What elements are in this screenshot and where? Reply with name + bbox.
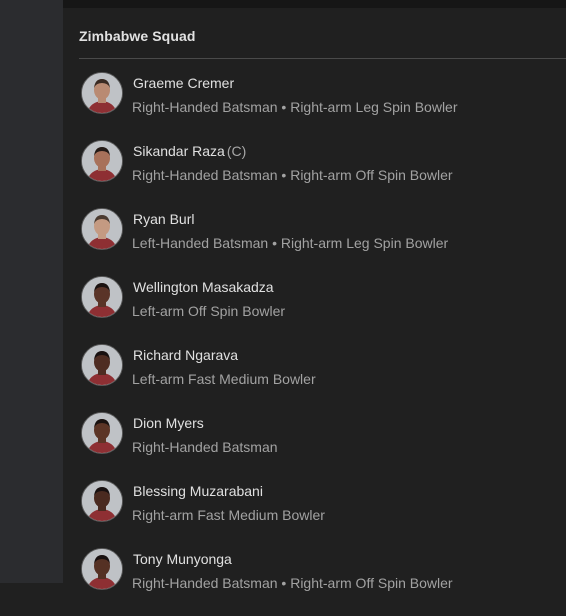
player-avatar[interactable] [81, 480, 123, 522]
player-row[interactable]: Graeme Cremer Right-Handed Batsman • Rig… [63, 72, 566, 140]
player-avatar[interactable] [81, 72, 123, 114]
player-role: Right-Handed Batsman • Right-arm Off Spi… [132, 575, 453, 591]
player-row[interactable]: Sikandar Raza (C) Right-Handed Batsman • … [63, 140, 566, 208]
squad-title: Zimbabwe Squad [79, 28, 196, 44]
player-role: Right-Handed Batsman [132, 439, 278, 455]
player-avatar[interactable] [81, 548, 123, 590]
player-row[interactable]: Tony Munyonga Right-Handed Batsman • Rig… [63, 548, 566, 616]
player-name[interactable]: Dion Myers [133, 415, 204, 431]
player-name-line[interactable]: Tony Munyonga [133, 551, 234, 567]
player-name[interactable]: Wellington Masakadza [133, 279, 274, 295]
player-name-line[interactable]: Blessing Muzarabani [133, 483, 265, 499]
top-bar [63, 0, 566, 8]
player-name-line[interactable]: Richard Ngarava [133, 347, 240, 363]
player-name-line[interactable]: Sikandar Raza (C) [133, 143, 246, 159]
player-name[interactable]: Tony Munyonga [133, 551, 232, 567]
player-row[interactable]: Wellington Masakadza Left-arm Off Spin B… [63, 276, 566, 344]
player-row[interactable]: Ryan Burl Left-Handed Batsman • Right-ar… [63, 208, 566, 276]
player-name-line[interactable]: Dion Myers [133, 415, 206, 431]
player-role: Right-arm Fast Medium Bowler [132, 507, 325, 523]
player-name[interactable]: Ryan Burl [133, 211, 194, 227]
player-name[interactable]: Graeme Cremer [133, 75, 234, 91]
divider [79, 58, 566, 59]
player-name[interactable]: Richard Ngarava [133, 347, 238, 363]
left-sidebar [0, 0, 63, 583]
player-avatar[interactable] [81, 412, 123, 454]
player-row[interactable]: Richard Ngarava Left-arm Fast Medium Bow… [63, 344, 566, 412]
captain-badge: (C) [226, 143, 247, 159]
player-name-line[interactable]: Ryan Burl [133, 211, 196, 227]
player-name[interactable]: Sikandar Raza [133, 143, 225, 159]
player-name-line[interactable]: Graeme Cremer [133, 75, 236, 91]
player-role: Left-arm Off Spin Bowler [132, 303, 286, 319]
player-name[interactable]: Blessing Muzarabani [133, 483, 263, 499]
player-avatar[interactable] [81, 208, 123, 250]
player-avatar[interactable] [81, 344, 123, 386]
player-role: Right-Handed Batsman • Right-arm Leg Spi… [132, 99, 458, 115]
player-row[interactable]: Dion Myers Right-Handed Batsman [63, 412, 566, 480]
player-list: Graeme Cremer Right-Handed Batsman • Rig… [63, 72, 566, 616]
player-avatar[interactable] [81, 276, 123, 318]
player-avatar[interactable] [81, 140, 123, 182]
player-row[interactable]: Blessing Muzarabani Right-arm Fast Mediu… [63, 480, 566, 548]
player-role: Left-arm Fast Medium Bowler [132, 371, 316, 387]
player-name-line[interactable]: Wellington Masakadza [133, 279, 276, 295]
player-role: Left-Handed Batsman • Right-arm Leg Spin… [132, 235, 449, 251]
squad-panel: Zimbabwe Squad Graeme Cremer Right-Hande… [63, 8, 566, 591]
player-role: Right-Handed Batsman • Right-arm Off Spi… [132, 167, 453, 183]
